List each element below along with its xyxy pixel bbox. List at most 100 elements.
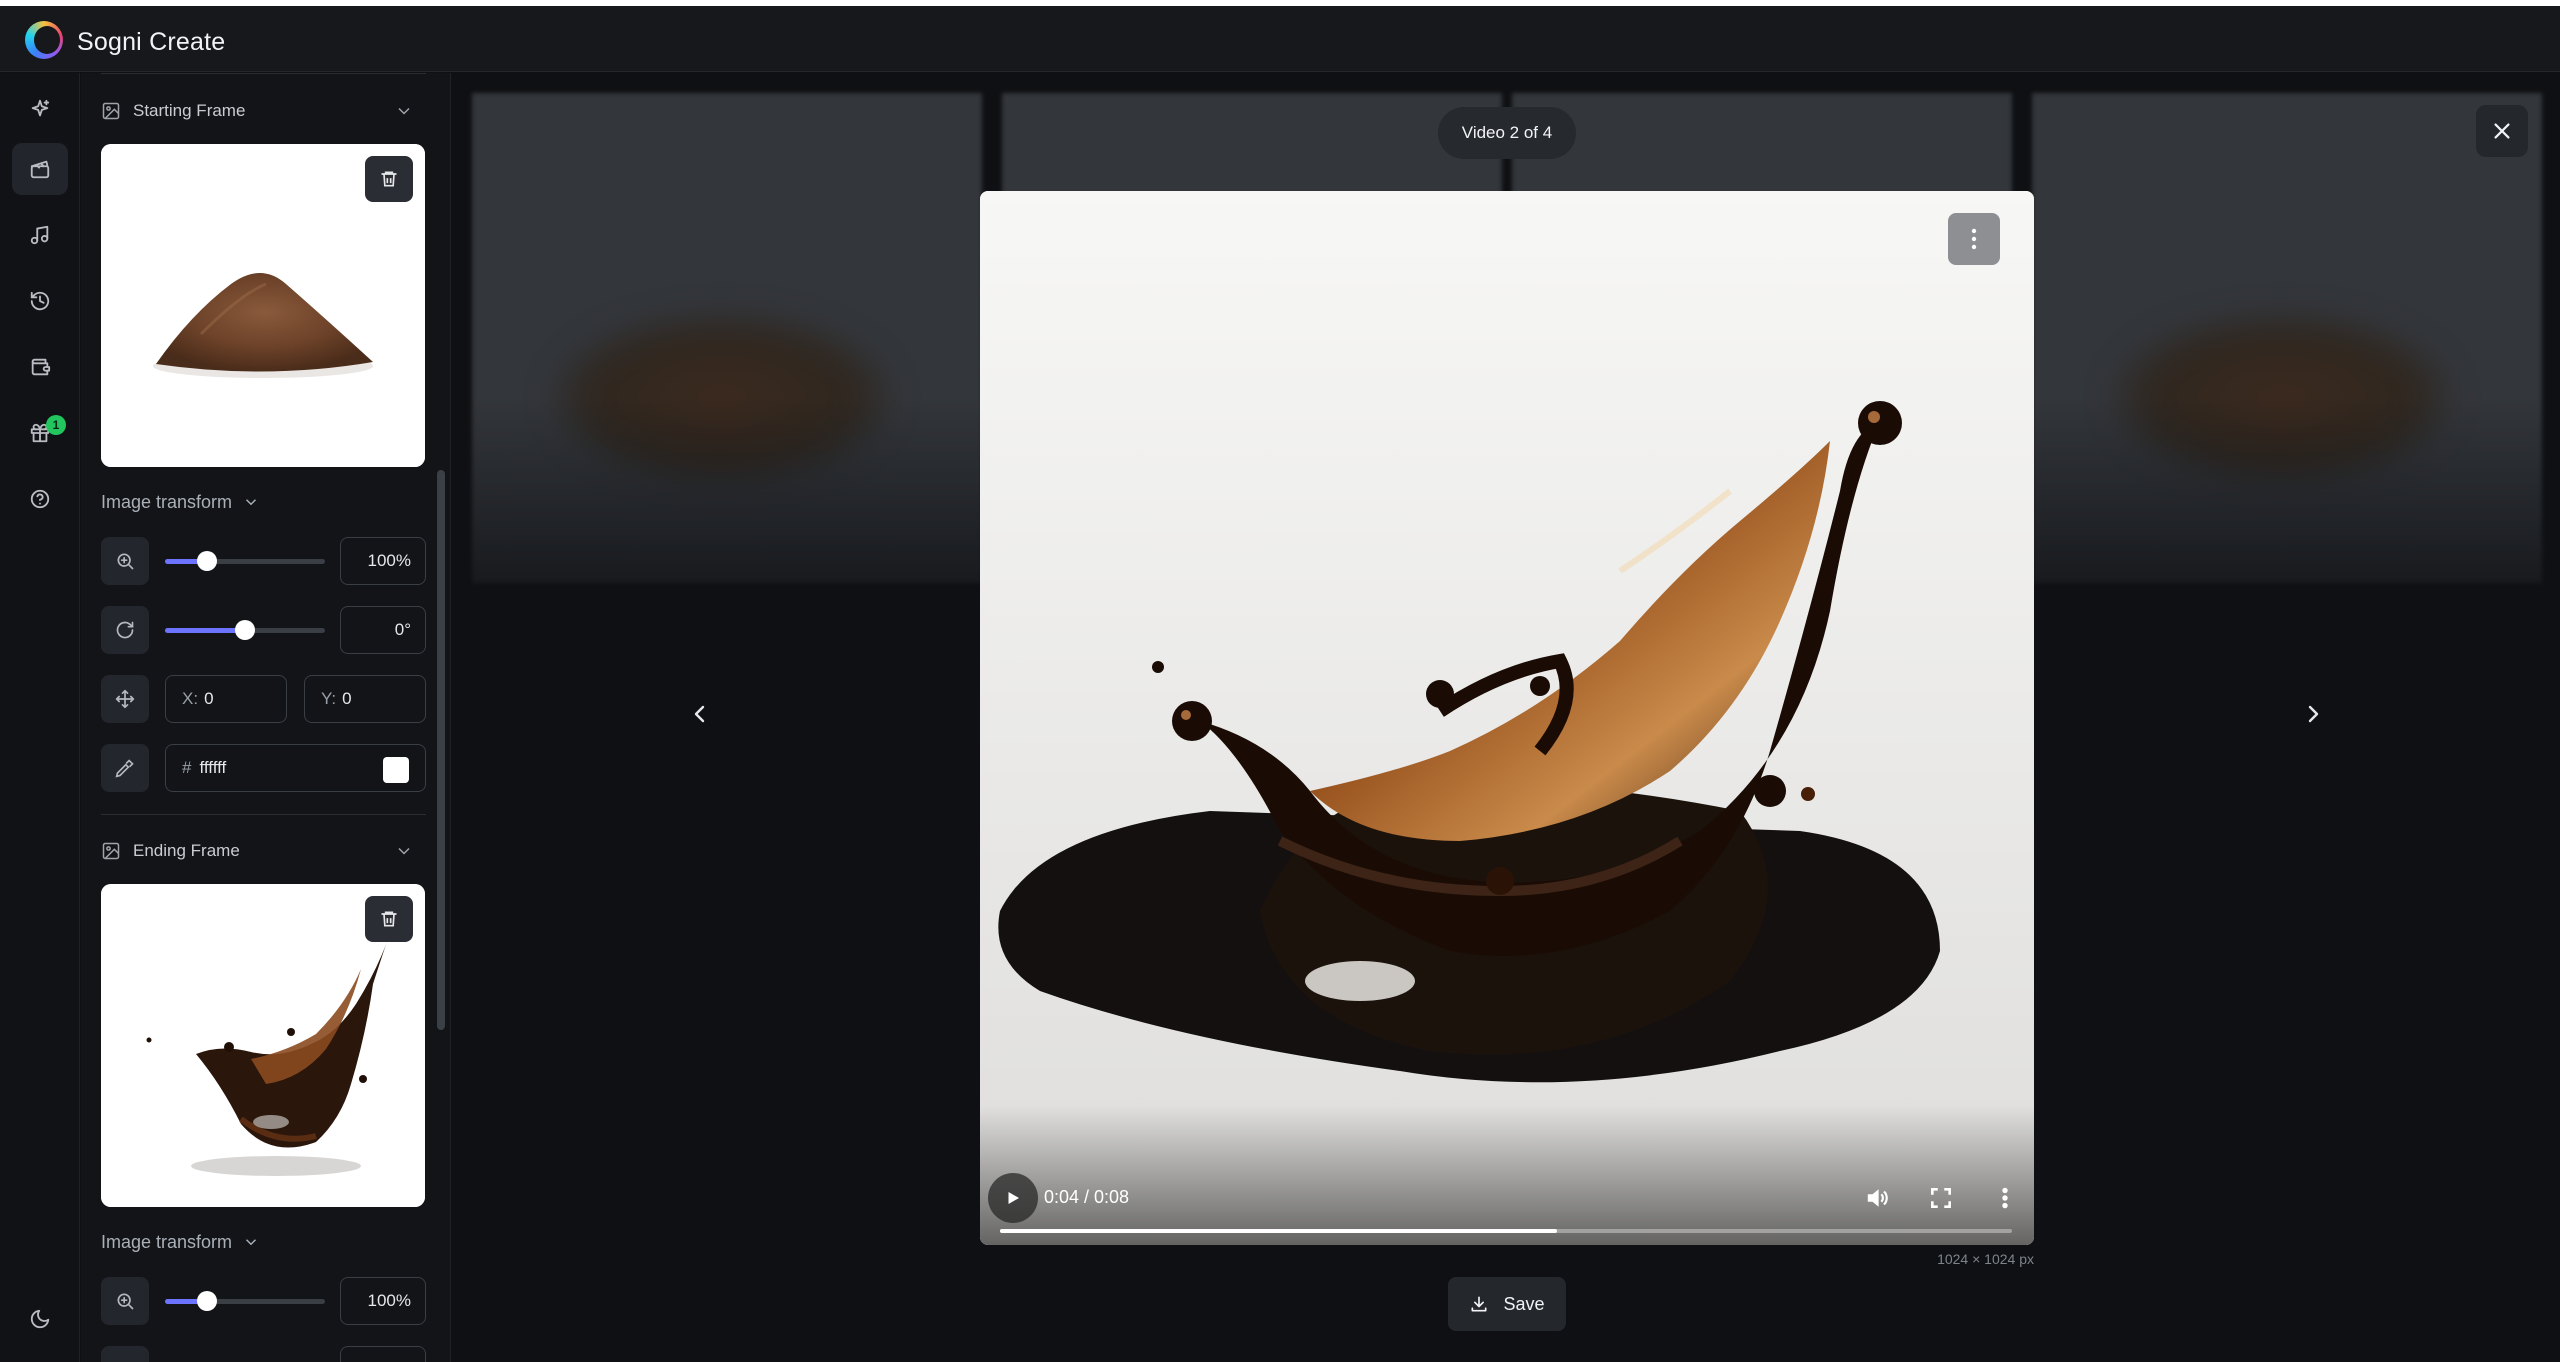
- ending-zoom-control: 100%: [101, 1277, 426, 1325]
- close-icon: [2494, 123, 2510, 139]
- ending-rotation-value-input[interactable]: [340, 1346, 426, 1362]
- video-controls: 0:04 / 0:08: [980, 1105, 2034, 1245]
- ending-frame-title: Ending Frame: [133, 841, 240, 860]
- music-note-icon: [30, 225, 49, 245]
- coffee-splash-video-frame: [980, 191, 2034, 1245]
- download-icon: [1471, 1296, 1487, 1312]
- position-x-input[interactable]: X: 0: [165, 675, 287, 723]
- rail-history-button[interactable]: [12, 275, 68, 327]
- ending-zoom-value-input[interactable]: 100%: [340, 1277, 426, 1325]
- moon-icon: [30, 1309, 50, 1329]
- zoom-button[interactable]: [101, 537, 149, 585]
- trash-icon: [381, 171, 397, 187]
- starting-frame-header[interactable]: Starting Frame: [101, 93, 426, 129]
- zoom-slider[interactable]: [165, 551, 325, 571]
- video-progress-fill: [1000, 1229, 1557, 1233]
- video-viewer-overlay: Video 2 of 4 0:04 / 0:08 1024 × 1024 px …: [452, 73, 2560, 1362]
- zoom-slider-thumb[interactable]: [196, 1291, 217, 1311]
- ending-rotation-control: [101, 1346, 426, 1362]
- panel-scrollbar[interactable]: [437, 470, 445, 1030]
- rail-audio-button[interactable]: [12, 209, 68, 261]
- position-control: X: 0 Y: 0: [101, 675, 426, 723]
- fullscreen-button[interactable]: [1928, 1185, 1954, 1211]
- rotation-slider[interactable]: [165, 620, 325, 640]
- eyedropper-icon: [115, 759, 134, 778]
- more-vertical-icon: [2002, 1187, 2008, 1209]
- starting-frame-title: Starting Frame: [133, 101, 246, 120]
- starting-frame-image[interactable]: [101, 144, 425, 467]
- frame-settings-panel: Starting Frame Image transform 100% 0° X…: [81, 73, 451, 1362]
- remove-ending-frame-button[interactable]: [365, 896, 413, 942]
- image-frame-icon: [102, 102, 120, 120]
- image-transform-label: Image transform: [101, 1231, 233, 1252]
- chevron-right-icon: [2308, 705, 2319, 723]
- zoom-slider-thumb[interactable]: [196, 551, 217, 571]
- video-options-button[interactable]: [1948, 213, 2000, 265]
- background-color-control: # ffffff: [101, 744, 426, 792]
- app-header: Sogni Create: [0, 6, 2560, 72]
- rewards-badge: 1: [46, 415, 66, 435]
- remove-starting-frame-button[interactable]: [365, 156, 413, 202]
- chevron-down-icon: [246, 1239, 257, 1246]
- volume-icon: [1867, 1189, 1888, 1207]
- zoom-in-icon: [117, 553, 134, 570]
- chevron-down-icon: [246, 499, 257, 506]
- rotate-button[interactable]: [101, 1346, 149, 1362]
- video-time: 0:04 / 0:08: [1044, 1187, 1130, 1207]
- x-label: X:: [182, 689, 199, 708]
- next-video-button[interactable]: [2287, 688, 2339, 740]
- starting-image-transform-toggle[interactable]: Image transform: [101, 487, 260, 517]
- rotation-slider-thumb[interactable]: [235, 620, 255, 640]
- chevron-left-icon: [694, 705, 705, 723]
- previous-video-button[interactable]: [674, 688, 726, 740]
- help-icon: [30, 489, 50, 509]
- ending-frame-header[interactable]: Ending Frame: [101, 833, 426, 869]
- rotation-value-input[interactable]: 0°: [340, 606, 426, 654]
- nav-rail: 1: [0, 73, 80, 1362]
- eyedropper-button[interactable]: [101, 744, 149, 792]
- video-dimensions: 1024 × 1024 px: [1937, 1251, 2034, 1267]
- ending-frame-image[interactable]: [101, 884, 425, 1207]
- rail-rewards-button[interactable]: 1: [12, 407, 68, 459]
- hex-value: ffffff: [199, 758, 227, 777]
- divider: [101, 814, 426, 815]
- rotate-button[interactable]: [101, 606, 149, 654]
- background-hex-input[interactable]: # ffffff: [165, 744, 426, 792]
- ending-zoom-slider[interactable]: [165, 1291, 325, 1311]
- volume-button[interactable]: [1864, 1185, 1890, 1211]
- position-y-input[interactable]: Y: 0: [304, 675, 426, 723]
- close-viewer-button[interactable]: [2476, 105, 2528, 157]
- rail-create-button[interactable]: [12, 83, 68, 135]
- hash-label: #: [182, 758, 192, 777]
- rail-help-button[interactable]: [12, 473, 68, 525]
- zoom-control: 100%: [101, 537, 426, 585]
- chevron-down-icon: [398, 107, 410, 115]
- save-label: Save: [1503, 1293, 1545, 1314]
- rotation-control: 0°: [101, 606, 426, 654]
- rail-wallet-button[interactable]: [12, 341, 68, 393]
- video-player[interactable]: 0:04 / 0:08: [980, 191, 2034, 1245]
- ending-image-transform-toggle[interactable]: Image transform: [101, 1227, 260, 1257]
- wallet-icon: [31, 358, 51, 376]
- theme-toggle-button[interactable]: [12, 1293, 68, 1345]
- rotate-icon: [116, 621, 134, 639]
- move-button[interactable]: [101, 675, 149, 723]
- zoom-value-input[interactable]: 100%: [340, 537, 426, 585]
- more-vertical-icon: [1971, 228, 1977, 250]
- sogni-logo[interactable]: [25, 21, 63, 59]
- trash-icon: [381, 911, 397, 927]
- divider: [101, 73, 426, 74]
- save-button[interactable]: Save: [1448, 1277, 1566, 1331]
- play-icon: [1008, 1192, 1019, 1204]
- chevron-down-icon: [398, 847, 410, 855]
- rail-video-button[interactable]: [12, 143, 68, 195]
- app-title: Sogni Create: [77, 28, 226, 56]
- x-value: 0: [204, 689, 214, 708]
- zoom-button[interactable]: [101, 1277, 149, 1325]
- image-frame-icon: [102, 842, 120, 860]
- video-progress-bar[interactable]: [1000, 1229, 2012, 1233]
- image-transform-label: Image transform: [101, 491, 233, 512]
- play-button[interactable]: [988, 1173, 1038, 1223]
- player-more-button[interactable]: [1992, 1185, 2018, 1211]
- color-swatch[interactable]: [383, 757, 409, 783]
